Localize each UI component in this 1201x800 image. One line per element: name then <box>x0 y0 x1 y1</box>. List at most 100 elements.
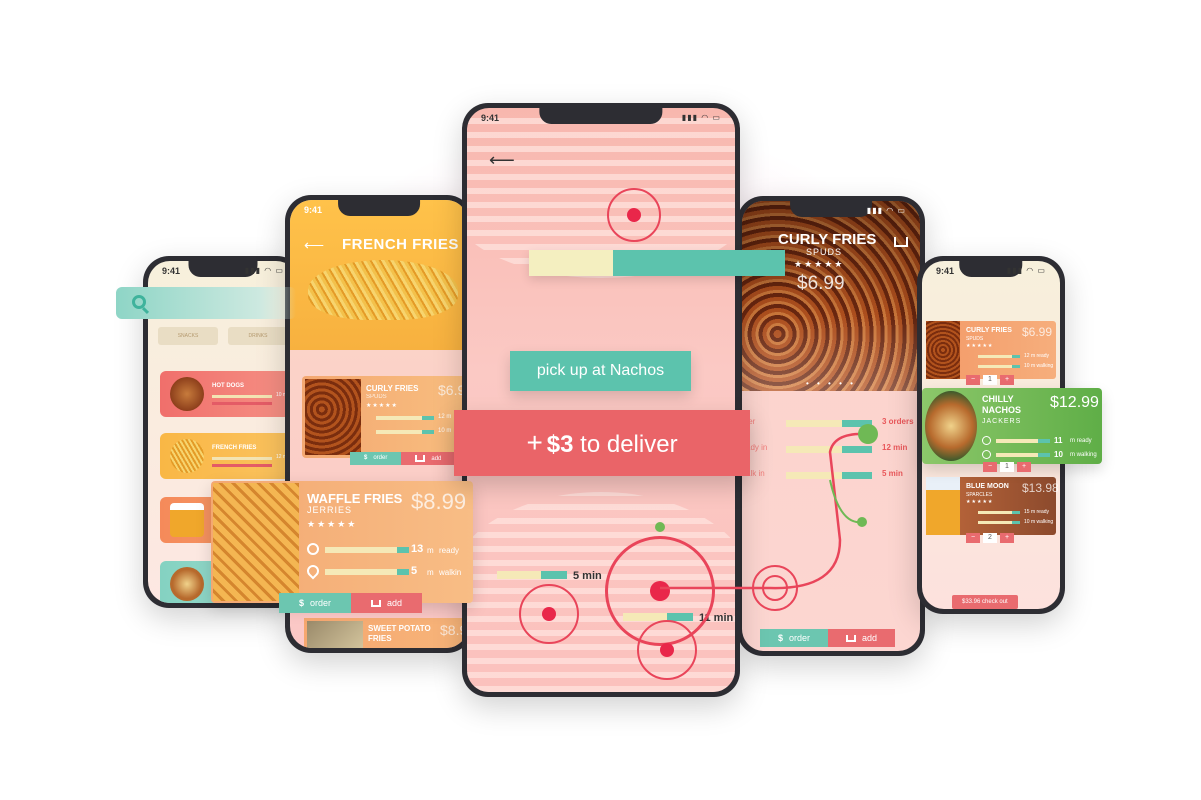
item-name: BLUE MOON <box>966 483 1009 490</box>
route-bar <box>497 570 567 579</box>
item-name: CURLY FRIES <box>966 327 1012 334</box>
decrement-button[interactable]: − <box>966 375 980 385</box>
increment-button[interactable]: + <box>1000 375 1014 385</box>
card-actions: $ order add <box>760 629 896 647</box>
status-time: 9:41 <box>936 266 955 276</box>
order-label: order <box>789 633 811 643</box>
ready-label: m ready <box>1070 438 1092 444</box>
phone-notch <box>338 200 420 216</box>
cart-icon <box>371 600 382 608</box>
decrement-button[interactable]: − <box>983 462 997 472</box>
dollar-icon: $ <box>299 598 305 608</box>
ready-bar <box>996 439 1050 443</box>
info-row-walk: alk in 5 min <box>742 469 920 481</box>
chilly-nachos-card[interactable]: CHILLY NACHOS JACKERS $12.99 11 m ready … <box>922 388 1102 464</box>
ready-bar <box>978 511 1020 514</box>
walk-number: 10 <box>1054 450 1063 459</box>
marker-dot <box>627 208 641 222</box>
walk-bar <box>376 430 434 434</box>
cart-item-curly-fries[interactable]: CURLY FRIES SPUDS ★★★★★ $6.99 12 m ready… <box>926 321 1056 379</box>
order-label: order <box>373 455 388 461</box>
item-name: CURLY FRIES <box>366 384 419 393</box>
walk-bar <box>212 464 272 467</box>
cart-icon <box>846 635 857 643</box>
quantity-value: 2 <box>983 533 997 543</box>
ready-bar <box>376 416 434 420</box>
location-marker[interactable] <box>519 584 579 644</box>
progress-fill <box>613 250 785 276</box>
increment-button[interactable]: + <box>1017 462 1031 472</box>
marker-dot <box>650 581 670 601</box>
row-bar <box>786 420 872 427</box>
walk-metric: 10 m <box>438 428 452 434</box>
location-marker[interactable] <box>637 620 697 680</box>
add-button[interactable]: add <box>401 452 456 466</box>
item-vendor: SPUDS <box>806 247 843 257</box>
fries-image <box>170 439 204 473</box>
category-drinks[interactable]: DRINKS <box>228 327 288 345</box>
ready-bar <box>212 395 272 398</box>
quantity-value: 1 <box>1000 462 1014 472</box>
deliver-button[interactable]: + $3 to deliver <box>454 410 750 476</box>
info-row-orders: ter 3 orders <box>742 417 920 429</box>
clock-icon <box>982 436 991 445</box>
search-icon <box>132 295 146 309</box>
add-button[interactable]: add <box>351 593 423 613</box>
dollar-icon: $ <box>778 633 784 643</box>
sweet-potato-card[interactable]: SWEET POTATO FRIES $8.9 <box>304 618 468 648</box>
beer-image <box>926 477 960 535</box>
item-vendor: JERRIES <box>307 505 353 515</box>
walk-label: walkin <box>439 568 462 577</box>
signal-wifi-battery-icon: ▮▮▮ ◠ ▭ <box>1006 266 1046 275</box>
list-item-french-fries[interactable]: FRENCH FRIES 12 min <box>160 433 298 479</box>
nachos-image <box>170 567 204 601</box>
plus-icon: + <box>526 427 543 458</box>
item-name: CHILLY NACHOS <box>982 394 1022 416</box>
marker-dot <box>660 643 674 657</box>
order-button[interactable]: $ order <box>279 593 352 613</box>
item-name: SWEET POTATO FRIES <box>368 624 431 644</box>
delivery-progress-bar <box>529 250 785 276</box>
curly-fries-card[interactable]: CURLY FRIES SPUDS ★★★★★ $6.9 12 m 10 m <box>302 376 468 458</box>
rating-stars: ★★★★★ <box>966 343 994 349</box>
rating-stars: ★★★★★ <box>966 499 994 505</box>
ready-bar <box>212 457 272 460</box>
add-label: add <box>431 456 442 463</box>
nachos-image <box>925 391 977 461</box>
progress-remaining <box>529 250 614 276</box>
location-pin-icon <box>304 562 322 580</box>
walk-number: 5 <box>411 565 418 577</box>
walk-bar <box>325 569 409 575</box>
increment-button[interactable]: + <box>1000 533 1014 543</box>
cart-icon[interactable] <box>894 237 908 247</box>
ready-number: 13 <box>411 543 424 555</box>
location-marker[interactable] <box>607 188 661 242</box>
ready-metric: 12 m <box>438 414 452 420</box>
carousel-dots[interactable]: • • • • • <box>806 379 856 388</box>
deliver-price: $3 <box>546 431 574 458</box>
quantity-stepper: − 1 + <box>983 462 1031 472</box>
cart-item-blue-moon[interactable]: BLUE MOON SPARCLES ★★★★★ $13.98 15 m rea… <box>926 477 1059 535</box>
search-bar[interactable] <box>116 287 296 319</box>
waffle-fries-card[interactable]: WAFFLE FRIES JERRIES ★★★★★ $8.99 13 m re… <box>211 481 473 603</box>
item-name: WAFFLE FRIES <box>307 491 403 506</box>
page-title: FRENCH FRIES <box>342 236 459 253</box>
category-snacks[interactable]: SNACKS <box>158 327 218 345</box>
checkout-button[interactable]: $33.96 check out <box>952 595 1018 609</box>
back-arrow-icon[interactable]: ⟵ <box>304 237 324 254</box>
order-button[interactable]: $ order <box>350 452 402 466</box>
back-arrow-icon[interactable]: ⟵ <box>489 150 515 171</box>
list-item-hot-dogs[interactable]: HOT DOGS 10 min <box>160 371 298 417</box>
rating-stars: ★★★★★ <box>307 519 358 529</box>
item-price: $13.98 <box>1022 481 1059 495</box>
walk-metric: 10 m walking <box>1024 519 1054 525</box>
decrement-button[interactable]: − <box>966 533 980 543</box>
order-button[interactable]: $ order <box>760 629 829 647</box>
ready-bar <box>978 355 1020 358</box>
curly-fries-photo <box>742 201 920 391</box>
pickup-button[interactable]: pick up at Nachos <box>510 351 691 391</box>
clock-icon <box>307 543 319 555</box>
row-value: 3 orders <box>882 417 914 426</box>
walk-bar <box>996 453 1050 457</box>
add-button[interactable]: add <box>828 629 896 647</box>
